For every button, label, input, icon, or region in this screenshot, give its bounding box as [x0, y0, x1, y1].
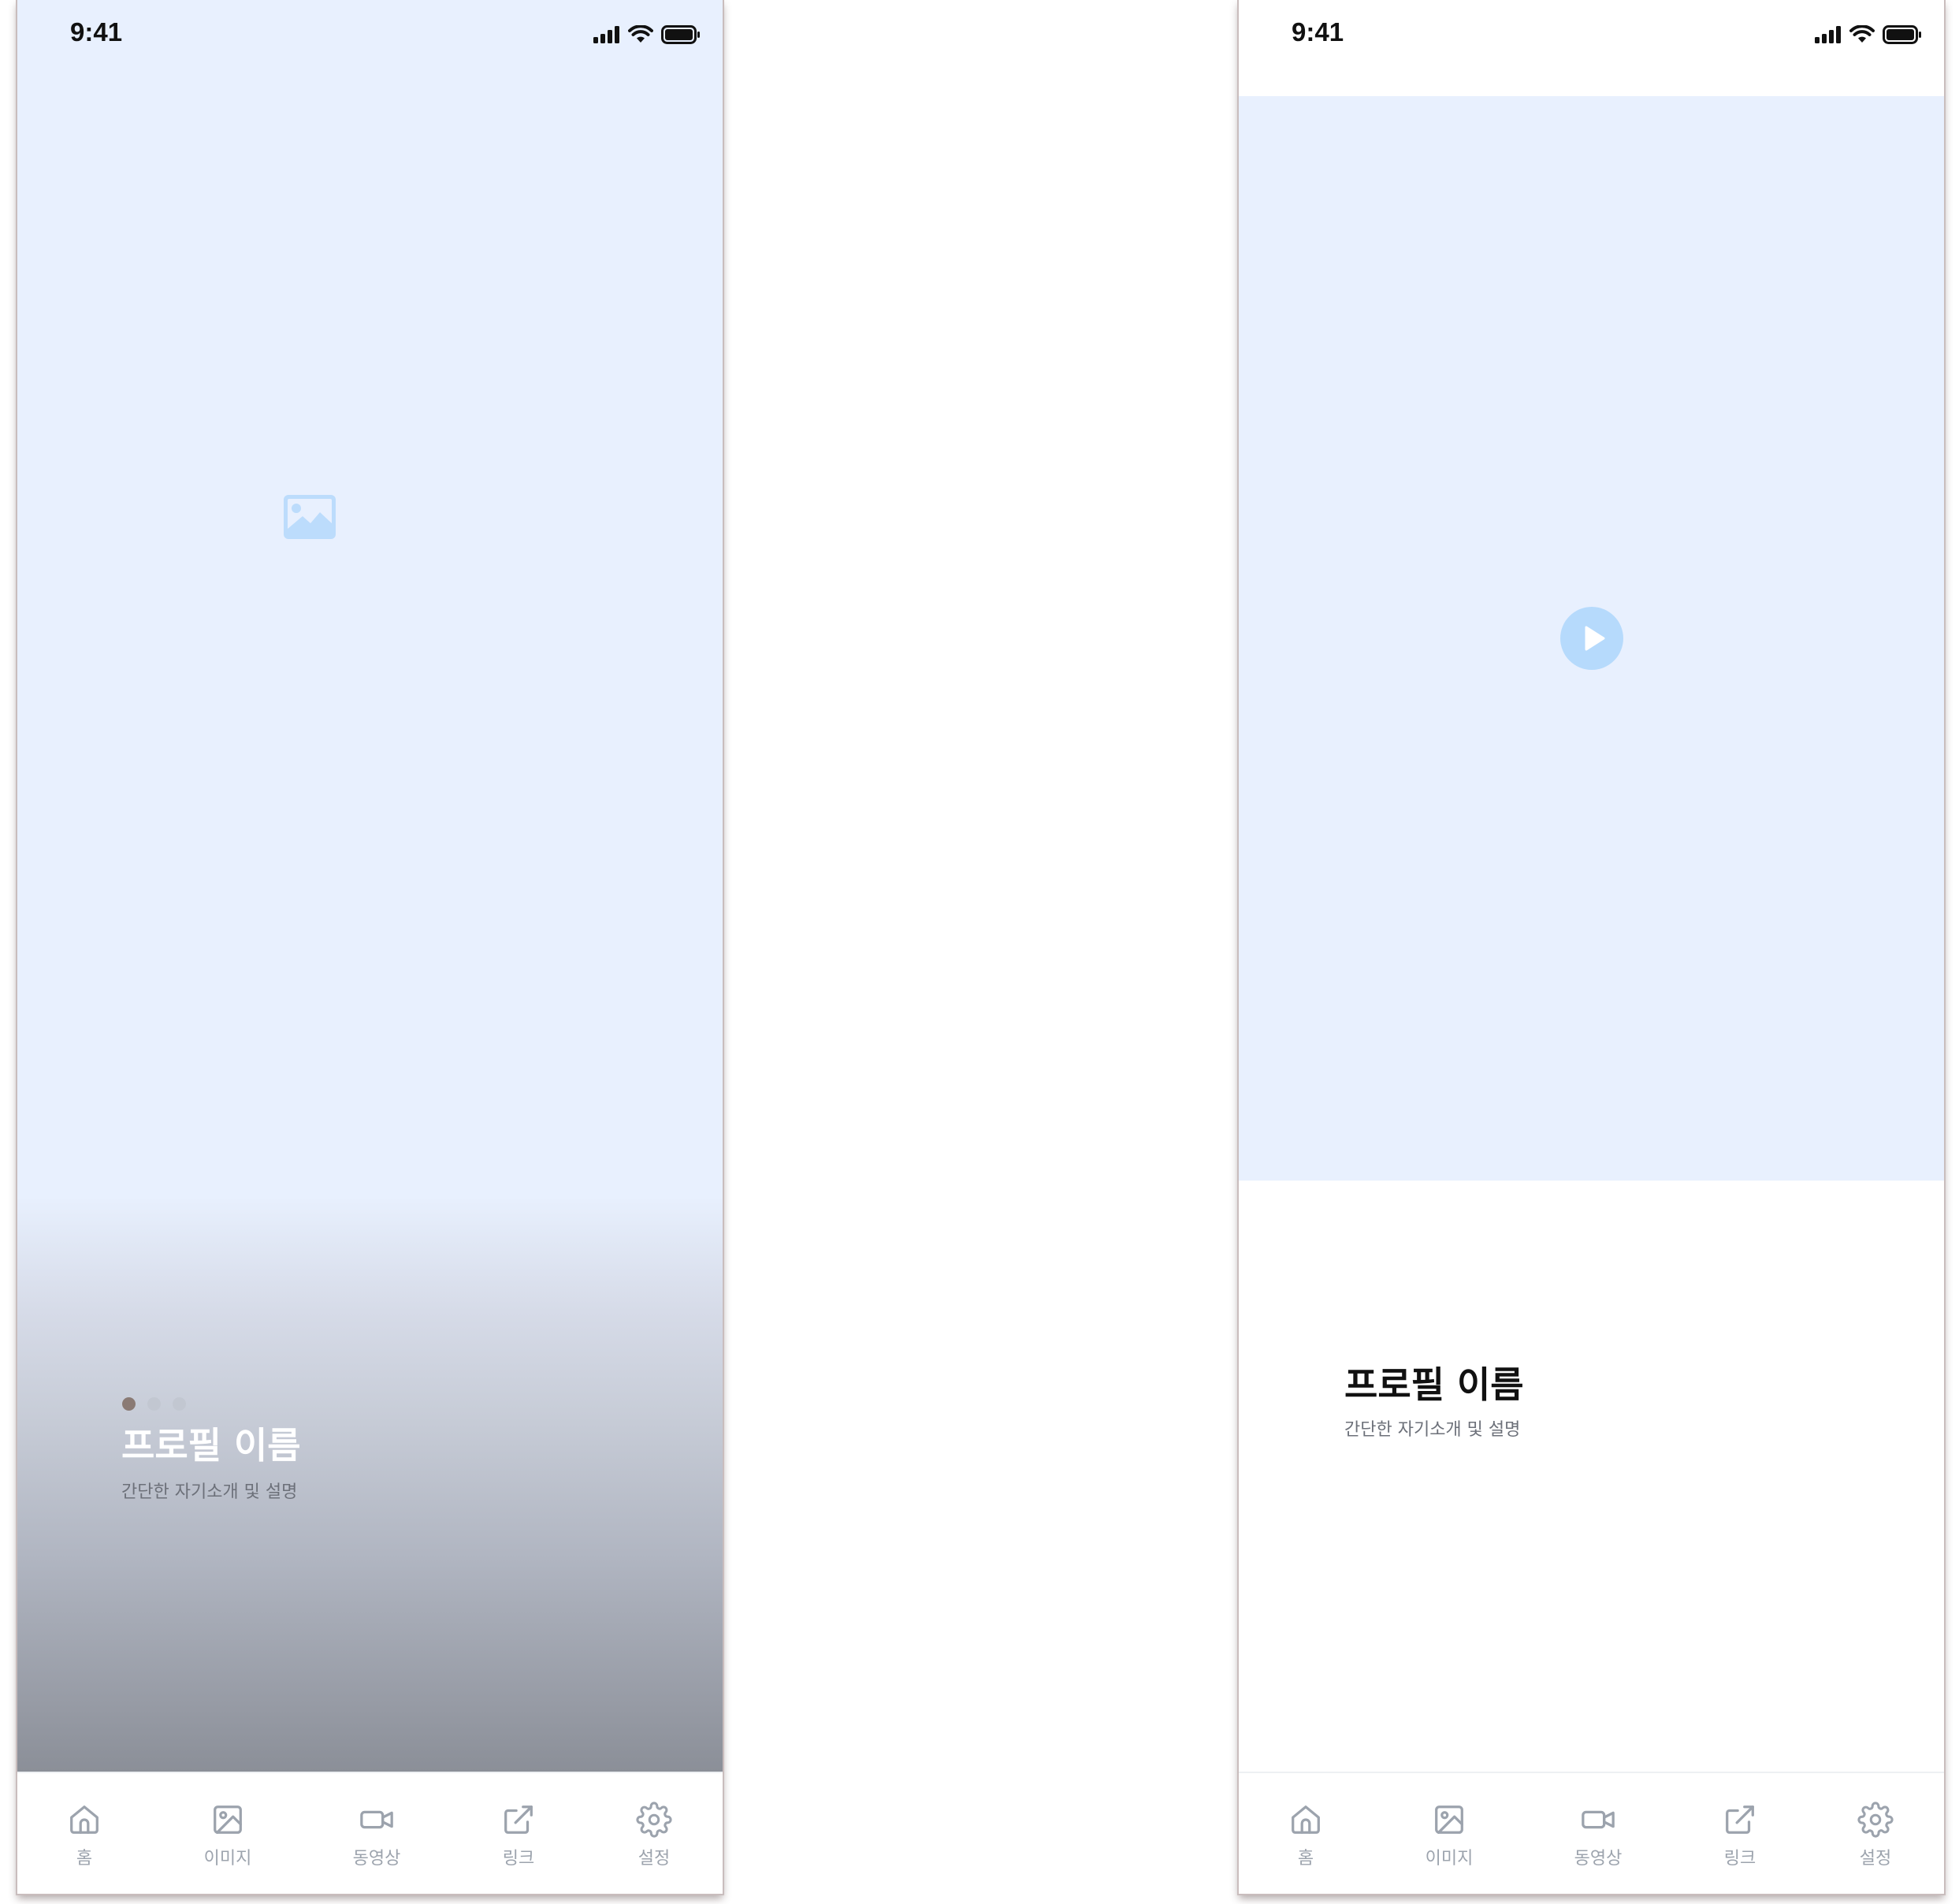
- tab-home[interactable]: 홈: [37, 1802, 132, 1869]
- tab-label: 링크: [502, 1849, 535, 1869]
- wifi-icon: [628, 25, 653, 43]
- carousel-dot[interactable]: [173, 1397, 186, 1411]
- tab-link[interactable]: 링크: [1693, 1802, 1787, 1869]
- tab-label: 설정: [638, 1849, 671, 1869]
- tab-settings[interactable]: 설정: [1828, 1802, 1923, 1869]
- tab-label: 홈: [1297, 1849, 1314, 1869]
- image-icon: [214, 1805, 242, 1834]
- tab-label: 동영상: [352, 1849, 401, 1869]
- tab-label: 설정: [1859, 1849, 1892, 1869]
- tab-link[interactable]: 링크: [471, 1802, 566, 1869]
- tab-video[interactable]: 동영상: [329, 1802, 424, 1869]
- wifi-icon: [1849, 25, 1875, 43]
- tab-image[interactable]: 이미지: [180, 1802, 275, 1869]
- image-icon: [1435, 1805, 1463, 1834]
- tab-label: 동영상: [1574, 1849, 1623, 1869]
- home-icon: [70, 1805, 99, 1834]
- profile-name: 프로필 이름: [1344, 1363, 1524, 1406]
- profile-description: 간단한 자기소개 및 설명: [121, 1482, 298, 1502]
- profile-description: 간단한 자기소개 및 설명: [1344, 1420, 1521, 1440]
- battery-icon: [661, 25, 700, 44]
- carousel-dot[interactable]: [122, 1397, 136, 1411]
- phone-screen-image-profile: 9:41 프로필 이름 간단한 자기소개 및 설명 홈 이미지 동영상 링크 설…: [17, 0, 723, 1894]
- status-time: 9:41: [70, 17, 123, 46]
- video-player-area[interactable]: [1239, 96, 1944, 1181]
- video-camera-icon: [1582, 1810, 1615, 1829]
- status-icons: [1815, 25, 1922, 44]
- tab-video[interactable]: 동영상: [1551, 1802, 1645, 1869]
- play-icon: [1585, 626, 1605, 651]
- status-bar: 9:41: [17, 0, 723, 71]
- external-link-icon: [504, 1805, 533, 1834]
- carousel-indicator: [122, 1397, 186, 1411]
- status-time: 9:41: [1292, 17, 1344, 46]
- cellular-signal-icon: [593, 26, 619, 43]
- tab-settings[interactable]: 설정: [607, 1802, 701, 1869]
- external-link-icon: [1726, 1805, 1754, 1834]
- video-camera-icon: [360, 1810, 393, 1829]
- tab-label: 홈: [76, 1849, 93, 1869]
- image-placeholder-icon: [284, 495, 336, 539]
- gear-icon: [1857, 1802, 1894, 1838]
- carousel-dot[interactable]: [147, 1397, 161, 1411]
- battery-icon: [1883, 25, 1921, 44]
- tab-label: 링크: [1723, 1849, 1756, 1869]
- tab-home[interactable]: 홈: [1258, 1802, 1353, 1869]
- profile-name: 프로필 이름: [121, 1424, 301, 1467]
- tab-label: 이미지: [203, 1849, 252, 1869]
- gear-icon: [636, 1802, 672, 1838]
- bottom-tab-bar: 홈 이미지 동영상 링크 설정: [17, 1772, 723, 1894]
- cellular-signal-icon: [1815, 26, 1841, 43]
- phone-screen-video-profile: 9:41 프로필 이름 간단한 자기소개 및 설명 홈 이미지 동영상 링크 설…: [1239, 0, 1944, 1894]
- bottom-tab-bar: 홈 이미지 동영상 링크 설정: [1239, 1772, 1944, 1894]
- status-icons: [593, 25, 701, 44]
- play-button[interactable]: [1560, 607, 1623, 670]
- status-bar: 9:41: [1239, 0, 1944, 71]
- tab-image[interactable]: 이미지: [1402, 1802, 1496, 1869]
- tab-label: 이미지: [1425, 1849, 1474, 1869]
- home-icon: [1292, 1805, 1320, 1834]
- hero-image-area[interactable]: [17, 0, 723, 1772]
